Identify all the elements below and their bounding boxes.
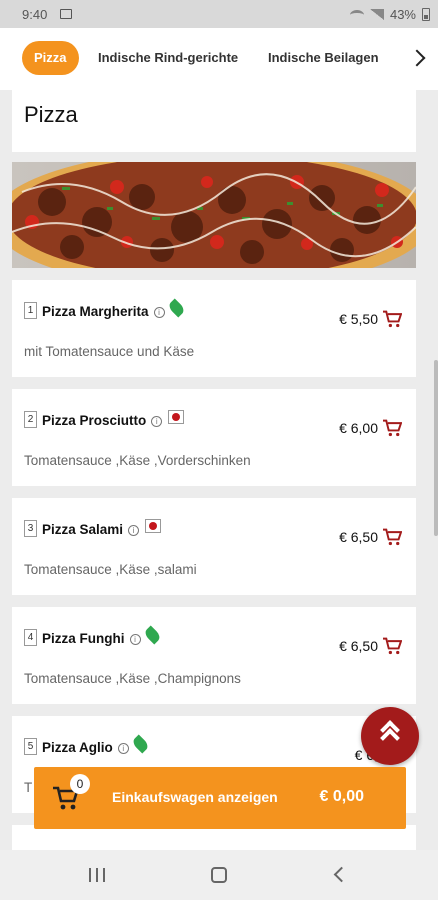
status-bar: 9:40 43% (0, 0, 438, 28)
tabs-scroll-right-button[interactable] (404, 41, 434, 75)
item-name: Pizza Salami i (42, 519, 162, 537)
item-description: Tomatensauce ,Käse ,Champignons (24, 671, 241, 686)
veg-leaf-icon (142, 625, 162, 645)
info-icon[interactable]: i (151, 415, 163, 427)
item-number: 1 (24, 302, 37, 319)
item-number: 4 (24, 629, 37, 646)
chevron-right-icon (408, 49, 425, 67)
item-name-text: Pizza Salami (42, 522, 124, 537)
scroll-indicator[interactable] (434, 360, 438, 536)
item-name: Pizza Funghi i (42, 625, 162, 647)
veg-leaf-icon (166, 298, 186, 318)
add-to-cart-icon[interactable] (382, 528, 402, 546)
veg-leaf-icon (130, 734, 150, 754)
item-name: Pizza Aglio i (42, 734, 150, 756)
info-icon[interactable]: i (129, 633, 141, 645)
add-to-cart-icon[interactable] (382, 419, 402, 437)
signal-icon (369, 9, 384, 20)
item-name-text: Pizza Aglio (42, 740, 113, 755)
item-price: € 6,50 (339, 529, 378, 545)
menu-item[interactable]: 2 Pizza Prosciutto i Tomatensauce ,Käse ,… (12, 389, 416, 486)
status-right: 43% (349, 7, 430, 22)
item-name-text: Pizza Funghi (42, 631, 125, 646)
category-tab-bar: Pizza Indische Rind-gerichte Indische Be… (0, 28, 438, 90)
back-icon[interactable] (333, 866, 350, 883)
item-number: 5 (24, 738, 37, 755)
info-icon[interactable]: i (128, 524, 140, 536)
menu-item[interactable]: 4 Pizza Funghi i Tomatensauce ,Käse ,Cham… (12, 607, 416, 704)
tab-pizza[interactable]: Pizza (22, 41, 79, 75)
view-cart-button[interactable]: 0 Einkaufswagen anzeigen € 0,00 (34, 767, 406, 829)
battery-icon (422, 8, 430, 21)
battery-percent: 43% (389, 7, 416, 22)
item-name: Pizza Margherita i (42, 298, 186, 320)
menu-item[interactable]: 1 Pizza Margherita i mit Tomatensauce und… (12, 280, 416, 377)
tab-indische-rind-gerichte[interactable]: Indische Rind-gerichte (98, 41, 238, 75)
section-title: Pizza (24, 102, 78, 127)
tab-indische-beilagen[interactable]: Indische Beilagen (268, 41, 379, 75)
pizza-banner-image (12, 162, 416, 268)
add-to-cart-icon[interactable] (382, 310, 402, 328)
cart-count-badge: 0 (70, 774, 90, 794)
system-nav-bar (0, 850, 438, 900)
item-price: € 5,50 (339, 311, 378, 327)
item-description: Tomatensauce ,Käse ,salami (24, 562, 197, 577)
item-description: mit Tomatensauce und Käse (24, 344, 195, 359)
meat-icon (145, 519, 162, 534)
cart-total: € 0,00 (319, 788, 364, 805)
item-price: € 6,00 (339, 420, 378, 436)
item-number: 3 (24, 520, 37, 537)
status-time: 9:40 (22, 7, 48, 22)
info-icon[interactable]: i (153, 306, 165, 318)
item-description: Tomatensauce ,Käse ,Vorderschinken (24, 453, 251, 468)
add-to-cart-icon[interactable] (382, 637, 402, 655)
item-name: Pizza Prosciutto i (42, 410, 185, 428)
meat-icon (168, 410, 185, 425)
section-header: Pizza (12, 90, 416, 152)
scroll-to-top-button[interactable] (361, 707, 419, 765)
info-icon[interactable]: i (117, 742, 129, 754)
wifi-icon (349, 9, 364, 20)
home-icon[interactable] (211, 867, 227, 883)
cart-label: Einkaufswagen anzeigen (112, 789, 278, 805)
item-price: € 6,50 (339, 638, 378, 654)
recents-icon[interactable] (89, 868, 105, 882)
item-name-text: Pizza Prosciutto (42, 413, 147, 428)
item-description: T (24, 780, 33, 795)
item-name-text: Pizza Margherita (42, 304, 149, 319)
menu-item[interactable]: 3 Pizza Salami i Tomatensauce ,Käse ,sala… (12, 498, 416, 595)
image-icon (60, 9, 72, 19)
item-number: 2 (24, 411, 37, 428)
